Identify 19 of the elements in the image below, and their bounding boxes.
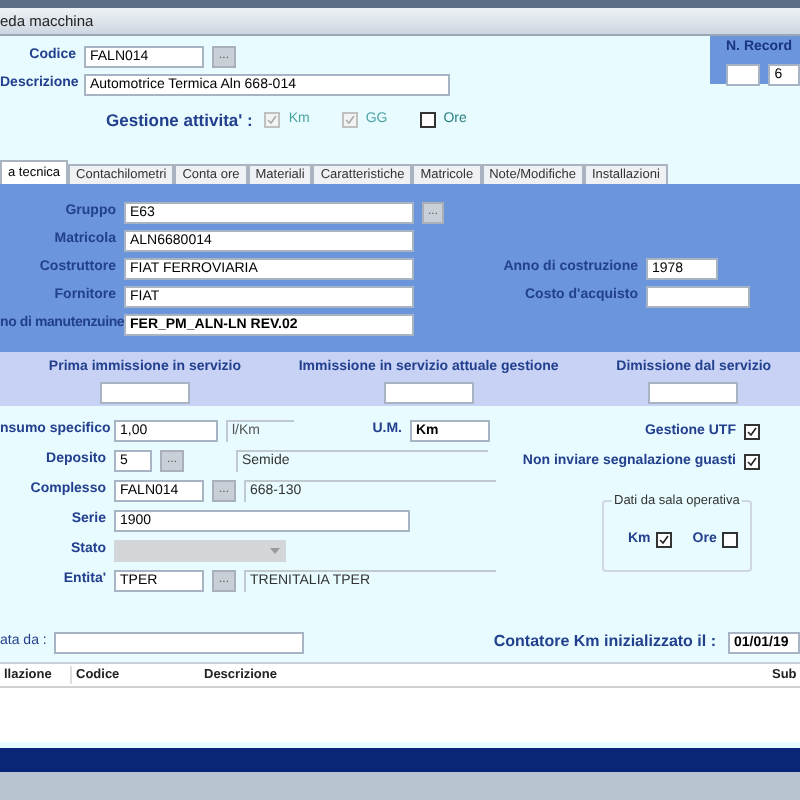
check-icon	[266, 114, 279, 126]
date-field[interactable]	[99, 381, 190, 403]
gestione-label: Gestione attivita' :	[106, 107, 253, 133]
check-icon	[658, 534, 671, 547]
text-field[interactable]	[646, 285, 750, 307]
origine-field[interactable]	[54, 631, 305, 653]
check-icon	[343, 114, 356, 126]
check-icon	[746, 426, 758, 439]
field-label: Contatore Km inizializzato il :	[493, 630, 716, 654]
checkbox[interactable]	[744, 424, 760, 441]
checkbox[interactable]	[656, 532, 673, 549]
checkbox[interactable]	[419, 112, 436, 128]
checkbox[interactable]	[744, 453, 760, 470]
dropdown-arrow-icon	[270, 547, 280, 553]
date-field[interactable]	[383, 381, 474, 403]
date-field[interactable]	[648, 381, 739, 403]
checkbox[interactable]	[722, 532, 739, 549]
record-field[interactable]	[726, 63, 761, 85]
check-icon	[746, 455, 758, 468]
